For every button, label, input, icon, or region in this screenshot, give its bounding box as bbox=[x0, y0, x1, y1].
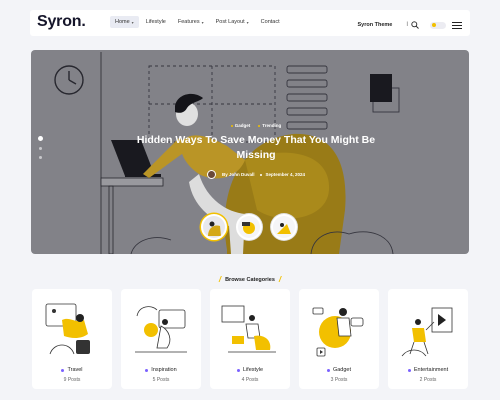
category-post-count: 2 Posts bbox=[419, 377, 437, 383]
tag-gadget[interactable]: Gadget bbox=[231, 123, 251, 128]
heading-decoration: / bbox=[278, 275, 282, 284]
lifestyle-illustration bbox=[221, 305, 276, 353]
category-card-lifestyle[interactable]: Lifestyle 4 Posts bbox=[210, 289, 290, 389]
category-card-gadget[interactable]: Gadget 3 Posts bbox=[299, 289, 379, 389]
category-card-entertainment[interactable]: Entertainment 2 Posts bbox=[388, 289, 468, 389]
nav-label: Contact bbox=[260, 19, 280, 25]
slider-thumbnails bbox=[201, 214, 297, 240]
category-post-count: 4 Posts bbox=[241, 377, 259, 383]
hero-author[interactable]: By John Duvall bbox=[222, 172, 255, 177]
theme-link[interactable]: Syron Theme bbox=[357, 22, 392, 28]
header-separator: I bbox=[406, 22, 408, 28]
slide-thumbnail[interactable] bbox=[271, 214, 297, 240]
slide-dot[interactable] bbox=[39, 156, 42, 159]
chevron-down-icon: ▾ bbox=[131, 19, 134, 25]
nav-label: Post Layout bbox=[215, 19, 245, 25]
nav-item-features[interactable]: Features ▾ bbox=[173, 16, 209, 28]
category-card-inspiration[interactable]: Inspiration 5 Posts bbox=[121, 289, 201, 389]
slide-thumbnail[interactable] bbox=[201, 214, 227, 240]
browse-categories-heading: / Browse Categories / bbox=[0, 275, 500, 284]
hero-date: September 4, 2024 bbox=[260, 172, 305, 177]
nav-label: Home bbox=[115, 19, 130, 25]
nav-item-home[interactable]: Home ▾ bbox=[110, 16, 139, 28]
category-post-count: 3 Posts bbox=[330, 377, 348, 383]
nav-item-post-layout[interactable]: Post Layout ▾ bbox=[211, 16, 254, 28]
category-name: Gadget bbox=[299, 367, 379, 373]
hero-slider[interactable]: Gadget Trending Hidden Ways To Save Mone… bbox=[31, 50, 469, 254]
hero-title[interactable]: Hidden Ways To Save Money That You Might… bbox=[131, 133, 381, 163]
gadget-illustration bbox=[312, 307, 364, 357]
category-name: Travel bbox=[32, 367, 112, 373]
main-nav: Home ▾ Lifestyle Features ▾ Post Layout ▾ C… bbox=[110, 16, 287, 28]
hamburger-menu-icon[interactable] bbox=[452, 21, 462, 29]
category-card-travel[interactable]: Travel 9 Posts bbox=[32, 289, 112, 389]
chevron-down-icon: ▾ bbox=[246, 19, 249, 25]
author-avatar bbox=[206, 170, 216, 179]
dark-mode-toggle[interactable] bbox=[430, 21, 446, 29]
tag-trending[interactable]: Trending bbox=[258, 123, 281, 128]
slide-dot[interactable] bbox=[39, 147, 42, 150]
slide-dot[interactable] bbox=[38, 136, 43, 141]
inspiration-illustration bbox=[135, 306, 187, 353]
category-name: Lifestyle bbox=[210, 367, 290, 373]
category-name: Inspiration bbox=[121, 367, 201, 373]
site-header: Syron. Home ▾ Lifestyle Features ▾ Post La… bbox=[30, 10, 470, 36]
category-name: Entertainment bbox=[388, 367, 468, 373]
category-post-count: 9 Posts bbox=[63, 377, 81, 383]
site-logo[interactable]: Syron. bbox=[37, 13, 86, 31]
entertainment-illustration bbox=[401, 307, 453, 357]
nav-label: Features bbox=[177, 19, 200, 25]
category-cards: Travel 9 Posts Inspiration 5 Posts Lifes… bbox=[32, 289, 468, 389]
nav-label: Lifestyle bbox=[145, 19, 166, 25]
header-actions: Syron Theme I bbox=[357, 16, 462, 34]
category-post-count: 5 Posts bbox=[152, 377, 170, 383]
nav-item-contact[interactable]: Contact bbox=[256, 16, 285, 28]
nav-item-lifestyle[interactable]: Lifestyle bbox=[141, 16, 171, 28]
heading-decoration: / bbox=[218, 275, 222, 284]
hero-content: Gadget Trending Hidden Ways To Save Mone… bbox=[131, 123, 381, 179]
hero-tags: Gadget Trending bbox=[131, 123, 381, 128]
slide-thumbnail[interactable] bbox=[236, 214, 262, 240]
slider-dots bbox=[38, 136, 43, 165]
travel-illustration bbox=[45, 303, 90, 355]
section-title: Browse Categories bbox=[225, 276, 275, 283]
search-icon[interactable] bbox=[411, 16, 419, 34]
chevron-down-icon: ▾ bbox=[201, 19, 204, 25]
hero-meta: By John Duvall September 4, 2024 bbox=[131, 170, 381, 179]
